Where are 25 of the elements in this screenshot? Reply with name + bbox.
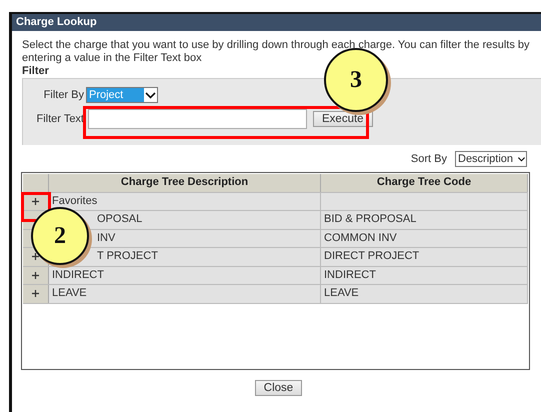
column-header[interactable]: Charge Tree Description — [49, 174, 321, 192]
table-cell[interactable]: LEAVE — [321, 285, 528, 302]
expand-icon[interactable] — [32, 198, 39, 205]
sort-by-dropdown[interactable]: Description — [455, 151, 527, 167]
filter-by-label: Filter By — [42, 89, 84, 101]
column-header — [23, 174, 49, 192]
table-cell[interactable]: INDIRECT — [49, 266, 321, 284]
expand-icon[interactable] — [32, 272, 39, 279]
expand-icon[interactable] — [32, 290, 39, 298]
sort-by-label: Sort By — [410, 153, 447, 165]
expand-icon[interactable] — [32, 253, 39, 260]
table-cell[interactable]: BID & PROPOSAL — [321, 211, 528, 228]
table-cell[interactable]: LEAVE — [49, 285, 321, 302]
table-cell[interactable]: DIRECT PROJECT — [321, 248, 528, 266]
window-title: Charge Lookup — [12, 14, 541, 31]
table-cell[interactable]: COMMON INV — [321, 230, 528, 247]
table-cell[interactable]: Favorites — [49, 192, 321, 210]
filter-text-label: Filter Text — [36, 113, 84, 125]
filter-text-field[interactable] — [88, 109, 307, 129]
caret-icon — [144, 90, 157, 100]
column-header[interactable]: Charge Tree Code — [321, 174, 528, 192]
table-cell[interactable]: INDIRECT — [321, 266, 528, 284]
caret-icon — [517, 154, 526, 164]
filter-legend: Filter — [22, 65, 49, 77]
close-button[interactable]: Close — [254, 380, 302, 396]
